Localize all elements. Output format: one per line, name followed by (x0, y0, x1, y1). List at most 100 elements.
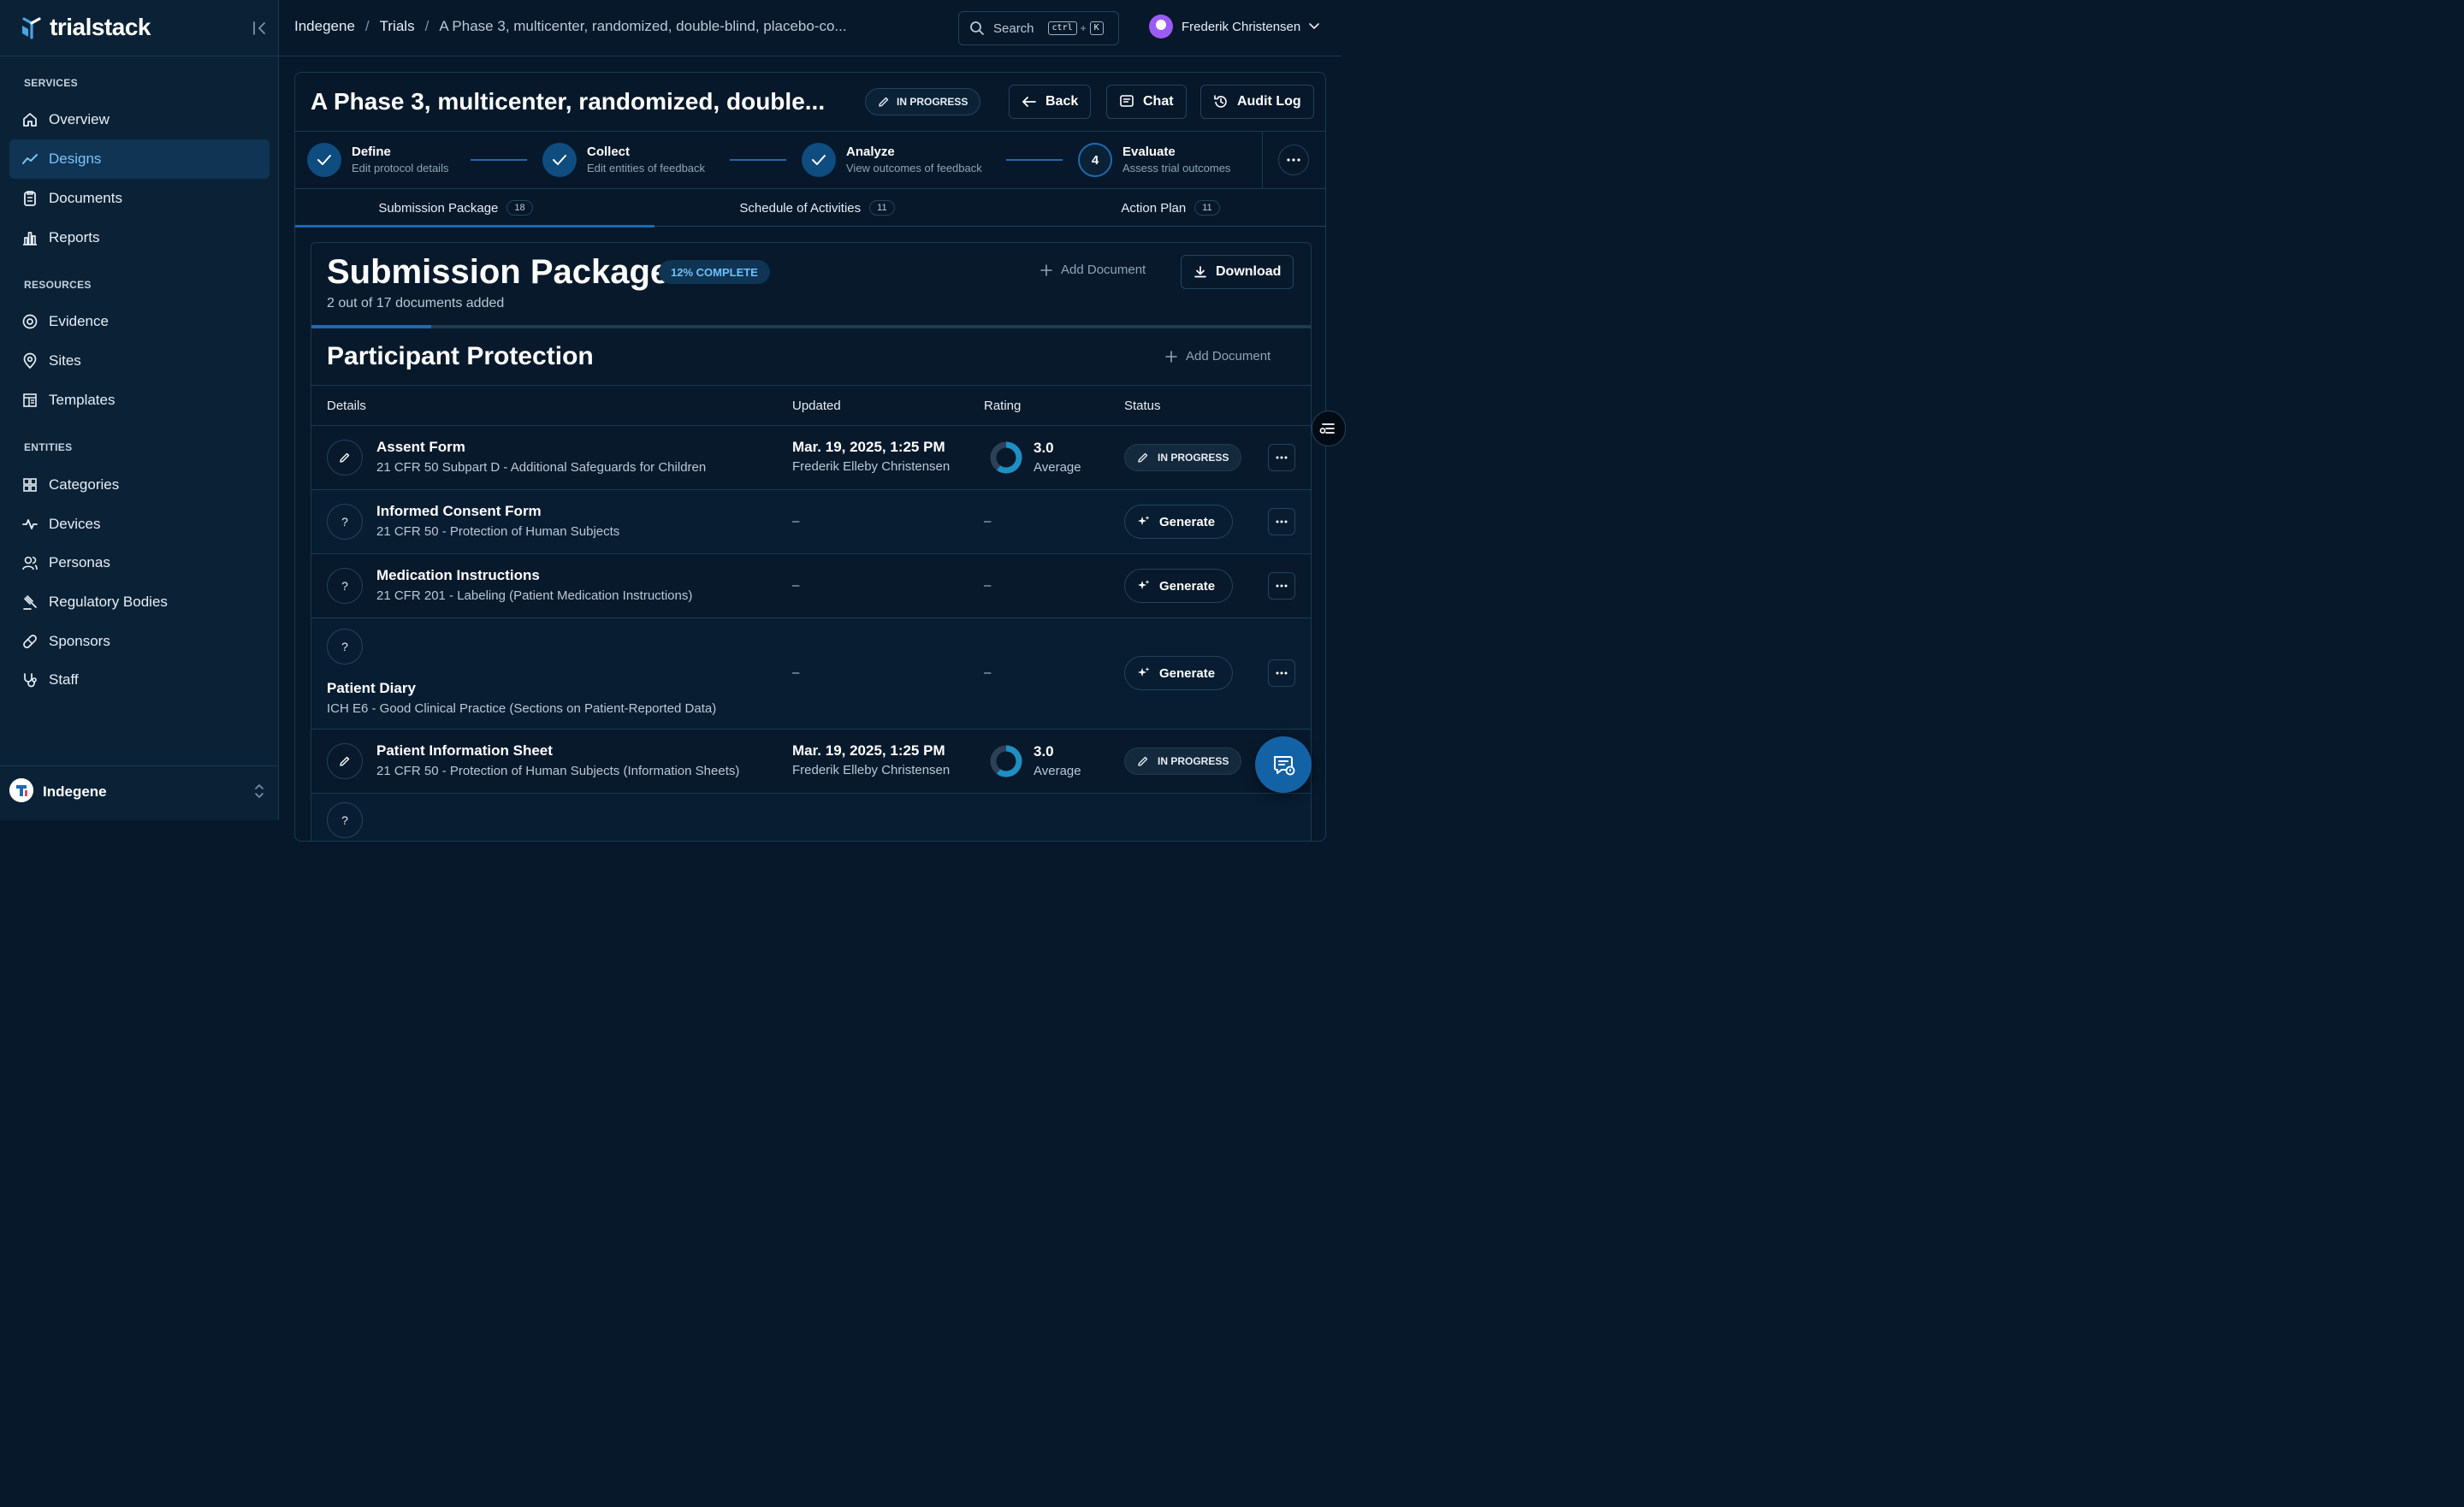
generate-button[interactable]: Generate (1124, 656, 1234, 690)
tabs: Submission Package 18 Schedule of Activi… (295, 189, 1325, 227)
chat-button[interactable]: Chat (1106, 85, 1187, 119)
table-row[interactable]: Assent Form 21 CFR 50 Subpart D - Additi… (311, 426, 1311, 490)
rating-empty: – (984, 578, 992, 593)
app-name: trialstack (50, 14, 151, 40)
sidebar-item-templates[interactable]: Templates (9, 381, 270, 420)
trend-icon (21, 151, 38, 168)
step-define[interactable]: Define Edit protocol details (307, 143, 448, 177)
back-button[interactable]: Back (1009, 85, 1092, 119)
sidebar-item-label: Overview (49, 111, 110, 127)
sidebar-item-evidence[interactable]: Evidence (9, 302, 270, 341)
sidebar-item-reports[interactable]: Reports (9, 218, 270, 257)
generate-label: Generate (1159, 665, 1216, 681)
pencil-icon (327, 440, 363, 476)
sidebar-item-documents[interactable]: Documents (9, 179, 270, 218)
step-subtitle: Edit protocol details (352, 162, 449, 174)
tab-submission-package[interactable]: Submission Package 18 (295, 189, 616, 227)
step-subtitle: Edit entities of feedback (587, 162, 706, 174)
user-menu[interactable]: Frederik Christensen (1149, 15, 1320, 38)
sidebar-item-designs[interactable]: Designs (9, 139, 270, 179)
step-title: Evaluate (1122, 145, 1176, 159)
updated-empty: – (792, 514, 800, 529)
document-name[interactable]: Medication Instructions (376, 567, 540, 584)
row-more-button[interactable] (1268, 508, 1295, 535)
table-row[interactable]: Patient Information Sheet 21 CFR 50 - Pr… (311, 730, 1311, 794)
sparkles-icon (1137, 579, 1151, 593)
column-header-details: Details (327, 399, 366, 413)
breadcrumb-current: A Phase 3, multicenter, randomized, doub… (439, 18, 847, 34)
tab-action-plan[interactable]: Action Plan 11 (1014, 189, 1325, 227)
more-options-button[interactable] (1278, 145, 1309, 175)
add-document-label: Add Document (1061, 263, 1146, 277)
document-name[interactable]: Assent Form (376, 439, 465, 456)
side-panel-toggle[interactable] (1312, 411, 1346, 446)
app-logo[interactable]: trialstack (19, 14, 151, 41)
rating-value: 3.0 (1034, 440, 1054, 456)
sidebar-item-categories[interactable]: Categories (9, 465, 270, 505)
avatar (1149, 15, 1173, 38)
topbar: Indegene / Trials / A Phase 3, multicent… (279, 0, 1342, 56)
chat-fab-button[interactable] (1255, 736, 1312, 793)
row-more-button[interactable] (1268, 572, 1295, 600)
sidebar-item-label: Documents (49, 190, 122, 206)
table-row[interactable]: ? Patient Diary ICH E6 - Good Clinical P… (311, 618, 1311, 730)
breadcrumb-item[interactable]: Indegene (294, 18, 355, 35)
generate-button[interactable]: Generate (1124, 505, 1234, 539)
table-row[interactable]: ? Medication Instructions 21 CFR 201 - L… (311, 554, 1311, 618)
step-analyze[interactable]: Analyze View outcomes of feedback (802, 143, 982, 177)
completion-badge: 12% COMPLETE (659, 260, 770, 284)
sidebar-item-overview[interactable]: Overview (9, 100, 270, 139)
add-section-document-button[interactable]: Add Document (1165, 349, 1270, 363)
add-document-button[interactable]: Add Document (1040, 263, 1146, 277)
step-evaluate[interactable]: 4 Evaluate Assess trial outcomes (1078, 143, 1230, 177)
ellipsis-icon (1276, 456, 1288, 459)
updated-empty: – (792, 665, 800, 680)
step-connector (471, 159, 527, 161)
breadcrumb-separator: / (424, 18, 429, 34)
sidebar-item-sponsors[interactable]: Sponsors (9, 622, 270, 661)
question-icon: ? (327, 629, 363, 665)
document-name[interactable]: Patient Diary (327, 680, 416, 697)
org-switcher[interactable]: Indegene (0, 765, 279, 820)
pencil-icon (327, 743, 363, 779)
sidebar-item-personas[interactable]: Personas (9, 543, 270, 582)
updated-by: Frederik Elleby Christensen (792, 763, 951, 777)
active-tab-indicator (295, 225, 654, 228)
download-button[interactable]: Download (1181, 255, 1294, 289)
updated-cell: Mar. 19, 2025, 1:25 PM Frederik Elleby C… (792, 742, 950, 777)
search-input[interactable]: Search ctrl + K (958, 11, 1119, 45)
sidebar-item-regulatory-bodies[interactable]: Regulatory Bodies (9, 582, 270, 622)
collapse-sidebar-icon[interactable] (252, 21, 269, 36)
status-badge: IN PROGRESS (865, 88, 981, 115)
table-row[interactable]: ? (311, 794, 1311, 841)
sidebar-item-sites[interactable]: Sites (9, 341, 270, 381)
user-name: Frederik Christensen (1182, 19, 1301, 34)
step-connector (730, 159, 786, 161)
tab-schedule-of-activities[interactable]: Schedule of Activities 11 (654, 189, 980, 227)
sidebar-item-devices[interactable]: Devices (9, 505, 270, 544)
document-name[interactable]: Patient Information Sheet (376, 742, 553, 759)
ellipsis-icon (1287, 158, 1300, 162)
pulse-icon (21, 516, 38, 533)
tab-label: Schedule of Activities (739, 200, 862, 216)
row-more-button[interactable] (1268, 659, 1295, 687)
sidebar-item-staff[interactable]: Staff (9, 660, 270, 700)
back-label: Back (1045, 94, 1079, 109)
generate-button[interactable]: Generate (1124, 569, 1234, 603)
step-title: Define (352, 145, 391, 159)
audit-log-button[interactable]: Audit Log (1200, 85, 1314, 119)
breadcrumb-item[interactable]: Trials (380, 18, 415, 35)
rating-label: Average (1034, 460, 1081, 475)
row-more-button[interactable] (1268, 444, 1295, 471)
check-icon (802, 143, 836, 177)
section-label-services: SERVICES (24, 77, 78, 89)
table-row[interactable]: ? Informed Consent Form 21 CFR 50 - Prot… (311, 490, 1311, 554)
search-shortcut: ctrl + K (1047, 21, 1104, 35)
document-name[interactable]: Informed Consent Form (376, 503, 542, 520)
eye-scan-icon (21, 313, 38, 330)
ellipsis-icon (1276, 520, 1288, 523)
step-collect[interactable]: Collect Edit entities of feedback (542, 143, 705, 177)
ellipsis-icon (1276, 584, 1288, 588)
document-regulation: 21 CFR 50 - Protection of Human Subjects… (376, 764, 740, 778)
document-regulation: ICH E6 - Good Clinical Practice (Section… (327, 701, 717, 716)
